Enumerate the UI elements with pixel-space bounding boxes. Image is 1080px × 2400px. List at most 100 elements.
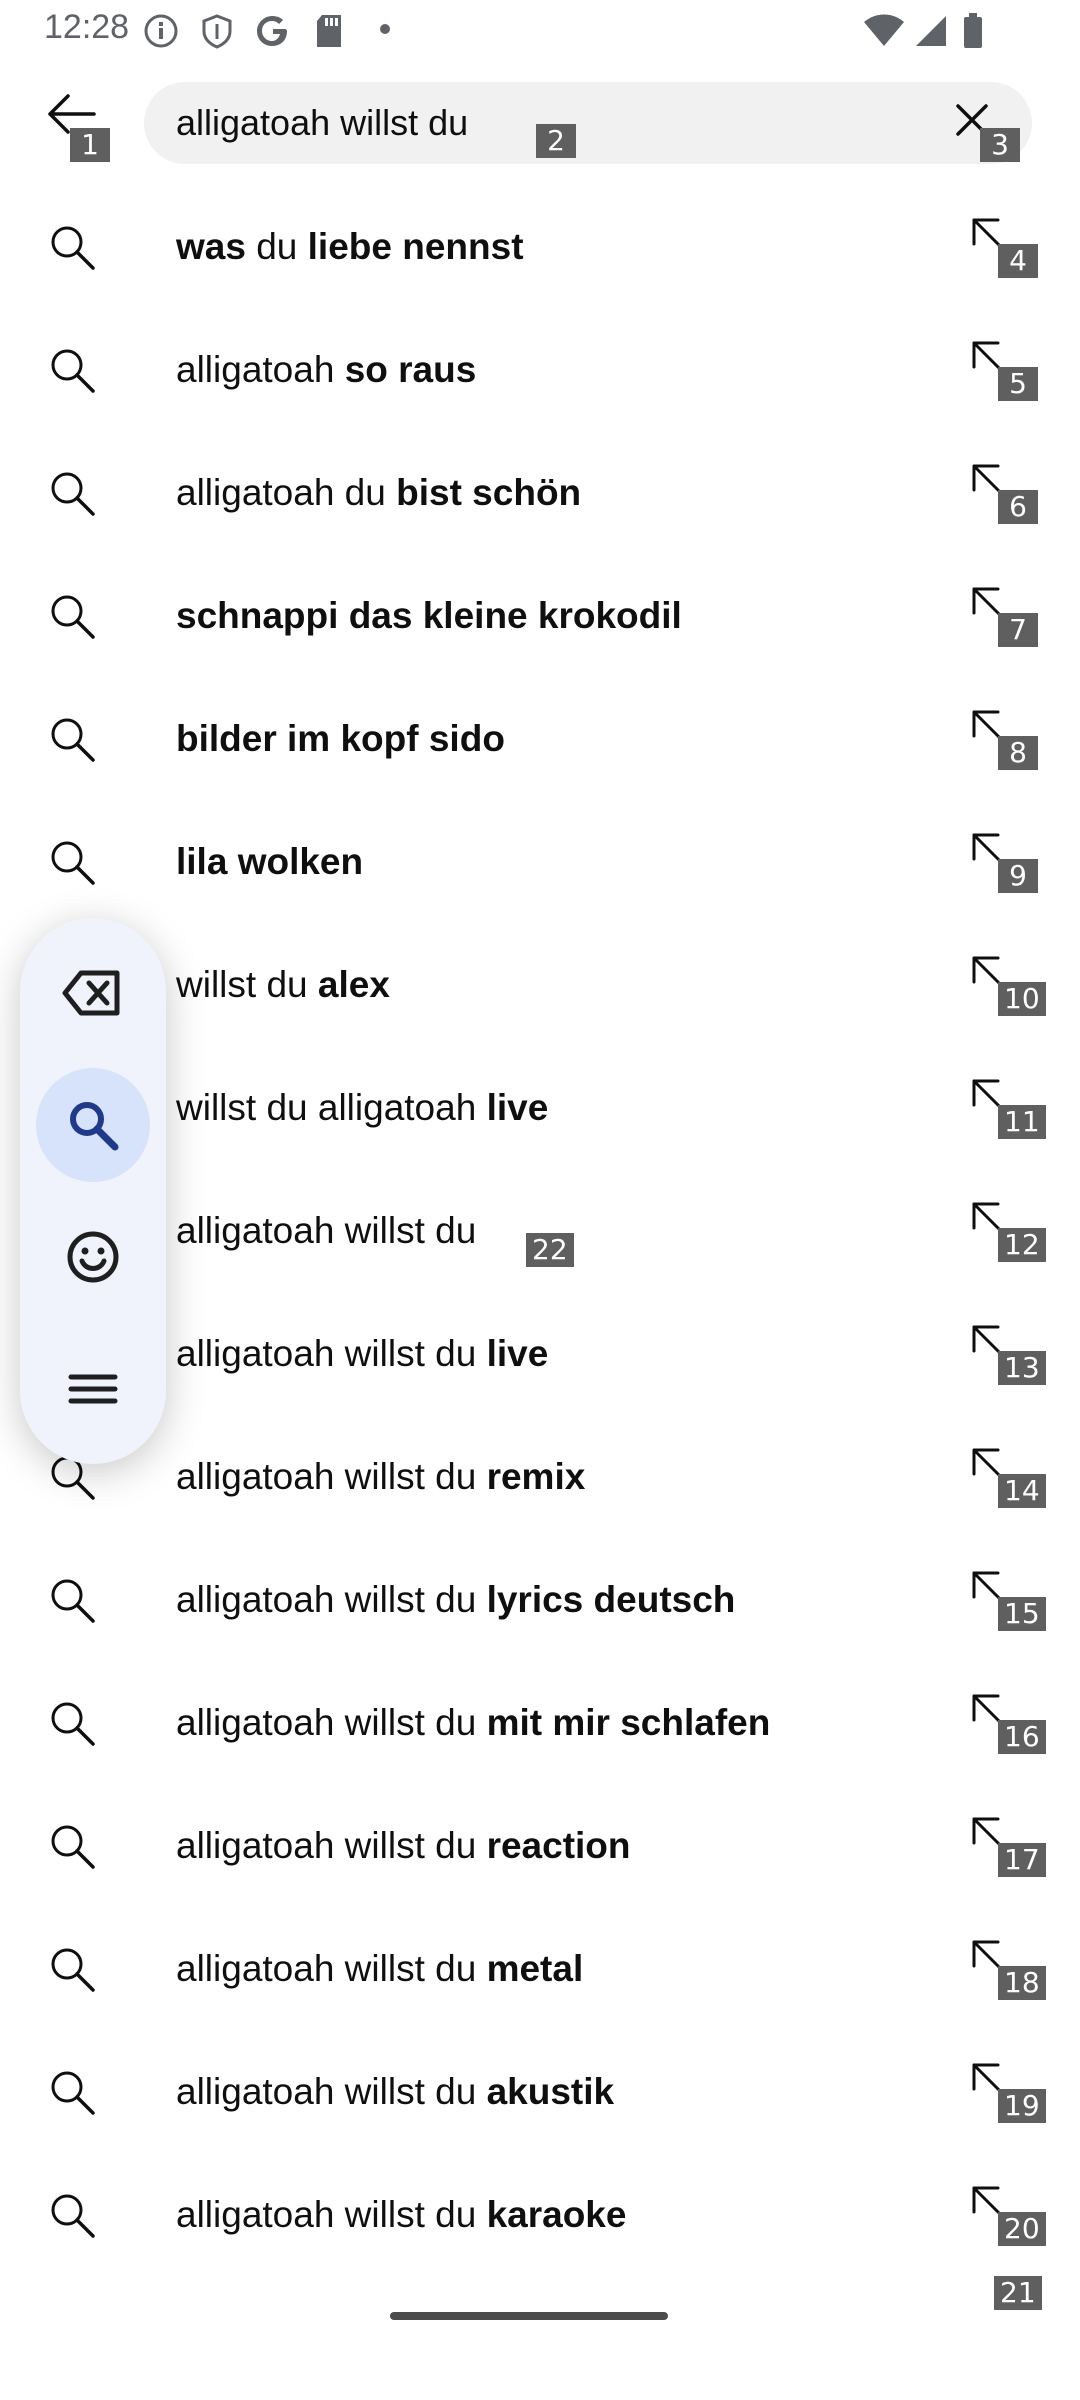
suggestion-text-plain: alligatoah: [176, 349, 345, 390]
google-icon: [254, 12, 292, 55]
badge: 17: [998, 1843, 1046, 1877]
suggestion-text-plain: alligatoah willst du: [176, 1825, 487, 1866]
signal-icon: [912, 12, 950, 55]
search-icon: [51, 226, 95, 270]
fill-query-button[interactable]: 6: [966, 462, 1038, 524]
badge: 12: [998, 1228, 1046, 1262]
suggestion-text: alligatoah willst du live: [176, 1333, 548, 1375]
suggestion-text: lila wolken: [176, 841, 363, 883]
suggestion-item[interactable]: alligatoah willst du remix 14: [0, 1416, 1080, 1539]
fill-query-button[interactable]: 5: [966, 339, 1038, 401]
badge: 14: [998, 1474, 1046, 1508]
suggestion-text-bold: lila wolken: [176, 841, 364, 882]
suggestion-text-plain: alligatoah willst du: [176, 1702, 487, 1743]
fill-query-button[interactable]: 19: [966, 2061, 1046, 2123]
suggestion-text-plain: alligatoah willst du: [176, 1948, 487, 1989]
menu-icon: [68, 1374, 118, 1404]
fill-query-button[interactable]: 13: [966, 1323, 1046, 1385]
suggestion-text-bold: mit mir schlafen: [486, 1702, 771, 1743]
suggestion-text-plain: alligatoah du: [176, 472, 397, 513]
search-icon: [51, 349, 95, 393]
search-icon: [51, 2071, 95, 2115]
fill-query-button[interactable]: 7: [966, 585, 1038, 647]
suggestion-text-plain: alligatoah willst du: [176, 2071, 487, 2112]
suggestion-text-bold: schnappi das kleine krokodil: [176, 595, 682, 636]
suggestion-item[interactable]: schnappi das kleine krokodil 7: [0, 555, 1080, 678]
suggestion-text: alligatoah willst du metal: [176, 1948, 583, 1990]
suggestion-text: willst du alex: [176, 964, 390, 1006]
suggestion-text-bold: live: [486, 1087, 549, 1128]
fill-query-button[interactable]: 8: [966, 708, 1038, 770]
badge: 2: [536, 124, 576, 158]
suggestion-text-bold: reaction: [486, 1825, 631, 1866]
search-icon: [51, 472, 95, 516]
fill-query-button[interactable]: 12: [966, 1200, 1046, 1262]
suggestion-item[interactable]: bilder im kopf sido 8: [0, 678, 1080, 801]
clear-button[interactable]: 3: [950, 88, 1020, 162]
badge: 7: [998, 613, 1038, 647]
suggestion-text-bold: liebe nennst: [307, 226, 524, 267]
suggestion-item[interactable]: was du liebe nennst 4: [0, 186, 1080, 309]
suggestion-text-plain: willst du: [176, 964, 318, 1005]
fill-query-button[interactable]: 9: [966, 831, 1038, 893]
suggestion-text-bold: was: [176, 226, 246, 267]
fill-query-button[interactable]: 11: [966, 1077, 1046, 1139]
status-time: 12:28: [44, 8, 130, 46]
search-icon: [51, 718, 95, 762]
badge: 22: [526, 1233, 574, 1267]
fill-query-button[interactable]: 18: [966, 1938, 1046, 2000]
fill-query-button[interactable]: 17: [966, 1815, 1046, 1877]
floating-keyboard-toolbar: [20, 918, 166, 1464]
search-icon: [51, 2194, 95, 2238]
suggestion-text-bold: remix: [486, 1456, 586, 1497]
fill-query-button[interactable]: 15: [966, 1569, 1046, 1631]
suggestion-item[interactable]: alligatoah so raus 5: [0, 309, 1080, 432]
home-indicator[interactable]: [390, 2312, 668, 2320]
backspace-button[interactable]: [36, 936, 150, 1050]
suggestion-text-bold: live: [486, 1333, 549, 1374]
suggestion-item[interactable]: alligatoah willst du akustik 19: [0, 2031, 1080, 2154]
search-query-text: alligatoah willst du: [176, 102, 469, 143]
battery-icon: [962, 12, 984, 55]
suggestion-text-plain: willst du alligatoah: [176, 1087, 487, 1128]
back-button[interactable]: 1: [30, 90, 120, 180]
badge: 6: [998, 490, 1038, 524]
suggestion-text-bold: lyrics deutsch: [486, 1579, 736, 1620]
badge: 1: [70, 128, 110, 162]
suggestion-text-bold: alex: [317, 964, 390, 1005]
suggestion-item[interactable]: alligatoah willst du lyrics deutsch 15: [0, 1539, 1080, 1662]
search-key-button[interactable]: [36, 1068, 150, 1182]
suggestion-text: alligatoah willst du reaction: [176, 1825, 631, 1867]
suggestion-item[interactable]: lila wolken 9: [0, 801, 1080, 924]
sd-card-icon: [312, 12, 346, 55]
badge: 13: [998, 1351, 1046, 1385]
wifi-icon: [862, 12, 906, 55]
menu-button[interactable]: [36, 1332, 150, 1446]
suggestion-text-plain: alligatoah willst du: [176, 2194, 487, 2235]
badge: 16: [998, 1720, 1046, 1754]
suggestion-text: schnappi das kleine krokodil: [176, 595, 682, 637]
fill-query-button[interactable]: 10: [966, 954, 1046, 1016]
badge: 19: [998, 2089, 1046, 2123]
search-icon: [51, 1702, 95, 1746]
search-icon: [51, 1579, 95, 1623]
suggestion-text: alligatoah willst du karaoke: [176, 2194, 626, 2236]
emoji-button[interactable]: [36, 1200, 150, 1314]
search-icon: [51, 1825, 95, 1869]
search-input[interactable]: alligatoah willst du 2 3: [144, 82, 1032, 164]
suggestion-text-bold: akustik: [486, 2071, 615, 2112]
suggestion-item[interactable]: alligatoah willst du reaction 17: [0, 1785, 1080, 1908]
fill-query-button[interactable]: 20: [966, 2184, 1046, 2246]
badge: 20: [998, 2212, 1046, 2246]
search-icon: [51, 1948, 95, 1992]
suggestion-text-bold: metal: [486, 1948, 584, 1989]
suggestion-item[interactable]: alligatoah du bist schön 6: [0, 432, 1080, 555]
fill-query-button[interactable]: 16: [966, 1692, 1046, 1754]
badge: 10: [998, 982, 1046, 1016]
suggestion-item[interactable]: alligatoah willst du mit mir schlafen 16: [0, 1662, 1080, 1785]
suggestion-item[interactable]: alligatoah willst du karaoke 20: [0, 2154, 1080, 2277]
fill-query-button[interactable]: 14: [966, 1446, 1046, 1508]
fill-query-button[interactable]: 4: [966, 216, 1038, 278]
suggestion-text: alligatoah du bist schön: [176, 472, 581, 514]
suggestion-item[interactable]: alligatoah willst du metal 18: [0, 1908, 1080, 2031]
